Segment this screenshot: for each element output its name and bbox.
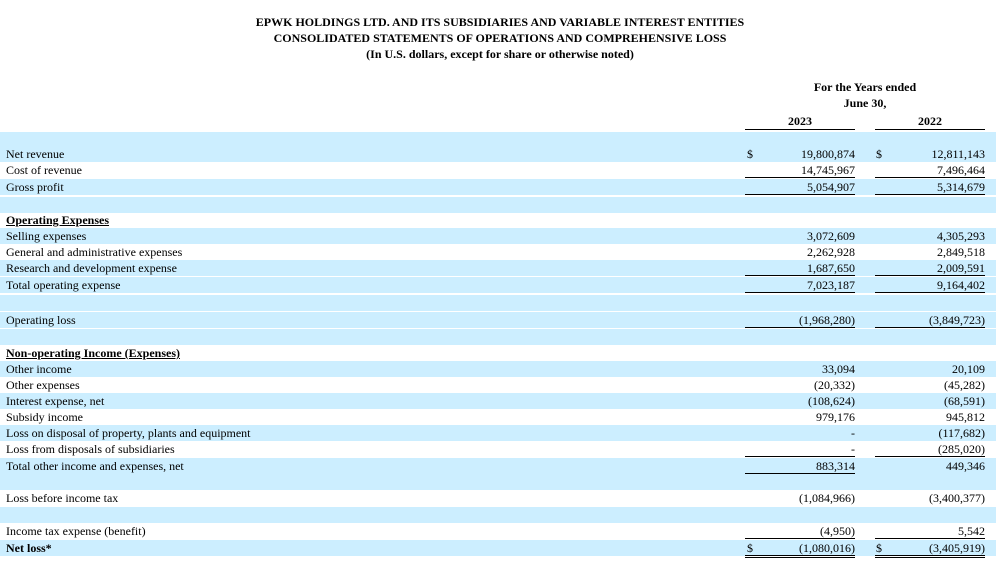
row-total-operating-expense: Total operating expense 7,023,187 9,164,…: [0, 277, 996, 293]
row-general-admin-expenses: General and administrative expenses 2,26…: [0, 244, 996, 260]
year-2023-header: 2023: [745, 113, 855, 130]
row-operating-loss: Operating loss (1,968,280) (3,849,723): [0, 312, 996, 328]
value-2022: (3,849,723): [875, 312, 985, 328]
row-label: General and administrative expenses: [6, 245, 183, 259]
row-label: Net revenue: [6, 147, 65, 161]
row-income-tax: Income tax expense (benefit) (4,950) 5,5…: [0, 523, 996, 539]
row-label: Operating loss: [6, 313, 76, 327]
value-2023: (108,624): [808, 394, 855, 408]
value-2023: 2,262,928: [807, 245, 855, 259]
row-label: Other expenses: [6, 378, 80, 392]
value-2022: (3,405,919): [875, 540, 985, 558]
row-label: Selling expenses: [6, 229, 87, 243]
row-label: Cost of revenue: [6, 163, 82, 177]
section-heading: Non-operating Income (Expenses): [6, 346, 180, 360]
row-label: Total operating expense: [6, 278, 121, 292]
value-2023: -: [851, 426, 855, 440]
section-operating-expenses: Operating Expenses: [0, 212, 996, 228]
row-interest-expense: Interest expense, net (108,624) (68,591): [0, 393, 996, 409]
section-non-operating: Non-operating Income (Expenses): [0, 345, 996, 361]
value-2023: (20,332): [814, 378, 855, 392]
row-label: Subsidy income: [6, 410, 83, 424]
value-2023: (1,084,966): [799, 491, 855, 505]
value-2023: 33,094: [822, 362, 855, 376]
row-loss-disposal-ppe: Loss on disposal of property, plants and…: [0, 425, 996, 441]
blank-row: [0, 197, 996, 213]
row-label: Total other income and expenses, net: [6, 459, 184, 473]
row-label: Interest expense, net: [6, 394, 105, 408]
value-2023: 883,314: [745, 458, 855, 474]
statement-company-title: EPWK HOLDINGS LTD. AND ITS SUBSIDIARIES …: [255, 15, 745, 29]
row-label: Loss from disposals of subsidiaries: [6, 442, 175, 456]
value-2022: 12,811,143: [931, 147, 985, 161]
value-2023: 7,023,187: [745, 277, 855, 293]
blank-row: [0, 507, 996, 523]
value-2022: 5,314,679: [875, 179, 985, 195]
value-2022: (117,682): [938, 426, 985, 440]
value-2023: 3,072,609: [807, 229, 855, 243]
row-label: Net loss*: [6, 541, 52, 555]
blank-row: [0, 295, 996, 311]
row-total-other-income: Total other income and expenses, net 883…: [0, 458, 996, 474]
row-other-income: Other income 33,094 20,109: [0, 361, 996, 377]
value-2022: 2,849,518: [937, 245, 985, 259]
row-label: Gross profit: [6, 180, 64, 194]
row-loss-disposal-subsidiaries: Loss from disposals of subsidiaries - (2…: [0, 441, 996, 457]
blank-row: [0, 474, 996, 490]
value-2022: 20,109: [952, 362, 985, 376]
row-label: Other income: [6, 362, 72, 376]
value-2022: 449,346: [946, 459, 985, 473]
row-label: Loss on disposal of property, plants and…: [6, 426, 251, 440]
row-other-expenses: Other expenses (20,332) (45,282): [0, 377, 996, 393]
value-2022: 9,164,402: [875, 277, 985, 293]
value-2022: 2,009,591: [875, 260, 985, 276]
value-2023: 14,745,967: [745, 162, 855, 178]
row-gross-profit: Gross profit 5,054,907 5,314,679: [0, 179, 996, 195]
value-2023: 19,800,874: [801, 147, 855, 161]
period-header-date: June 30,: [843, 96, 887, 110]
row-subsidy-income: Subsidy income 979,176 945,812: [0, 409, 996, 425]
value-2023: 1,687,650: [745, 260, 855, 276]
row-label: Income tax expense (benefit): [6, 524, 146, 538]
value-2022: (45,282): [944, 378, 985, 392]
row-net-revenue: Net revenue $ 19,800,874 $ 12,811,143: [0, 146, 996, 162]
statement-title: CONSOLIDATED STATEMENTS OF OPERATIONS AN…: [273, 31, 727, 45]
value-2022: (68,591): [944, 394, 985, 408]
row-cost-of-revenue: Cost of revenue 14,745,967 7,496,464: [0, 162, 996, 178]
value-2023: -: [745, 441, 855, 457]
row-research-development: Research and development expense 1,687,6…: [0, 260, 996, 276]
row-net-loss: Net loss* $ (1,080,016) $ (3,405,919): [0, 540, 996, 558]
value-2023: 5,054,907: [745, 179, 855, 195]
value-2022: (285,020): [875, 441, 985, 457]
row-loss-before-tax: Loss before income tax (1,084,966) (3,40…: [0, 490, 996, 506]
value-2023: (1,968,280): [745, 312, 855, 328]
year-2022-header: 2022: [875, 113, 985, 130]
period-header: For the Years ended: [813, 80, 917, 94]
value-2022: 4,305,293: [937, 229, 985, 243]
value-2023: (1,080,016): [745, 540, 855, 558]
value-2023: (4,950): [745, 523, 855, 539]
row-label: Research and development expense: [6, 261, 177, 275]
statement-units-note: (In U.S. dollars, except for share or ot…: [366, 47, 634, 61]
row-label: Loss before income tax: [6, 491, 119, 505]
value-2022: 945,812: [946, 410, 985, 424]
value-2022: (3,400,377): [929, 491, 985, 505]
value-2022: 5,542: [875, 523, 985, 539]
value-2022: 7,496,464: [875, 162, 985, 178]
row-selling-expenses: Selling expenses 3,072,609 4,305,293: [0, 228, 996, 244]
value-2023: 979,176: [816, 410, 855, 424]
section-heading: Operating Expenses: [6, 213, 110, 227]
blank-row: [0, 329, 996, 345]
